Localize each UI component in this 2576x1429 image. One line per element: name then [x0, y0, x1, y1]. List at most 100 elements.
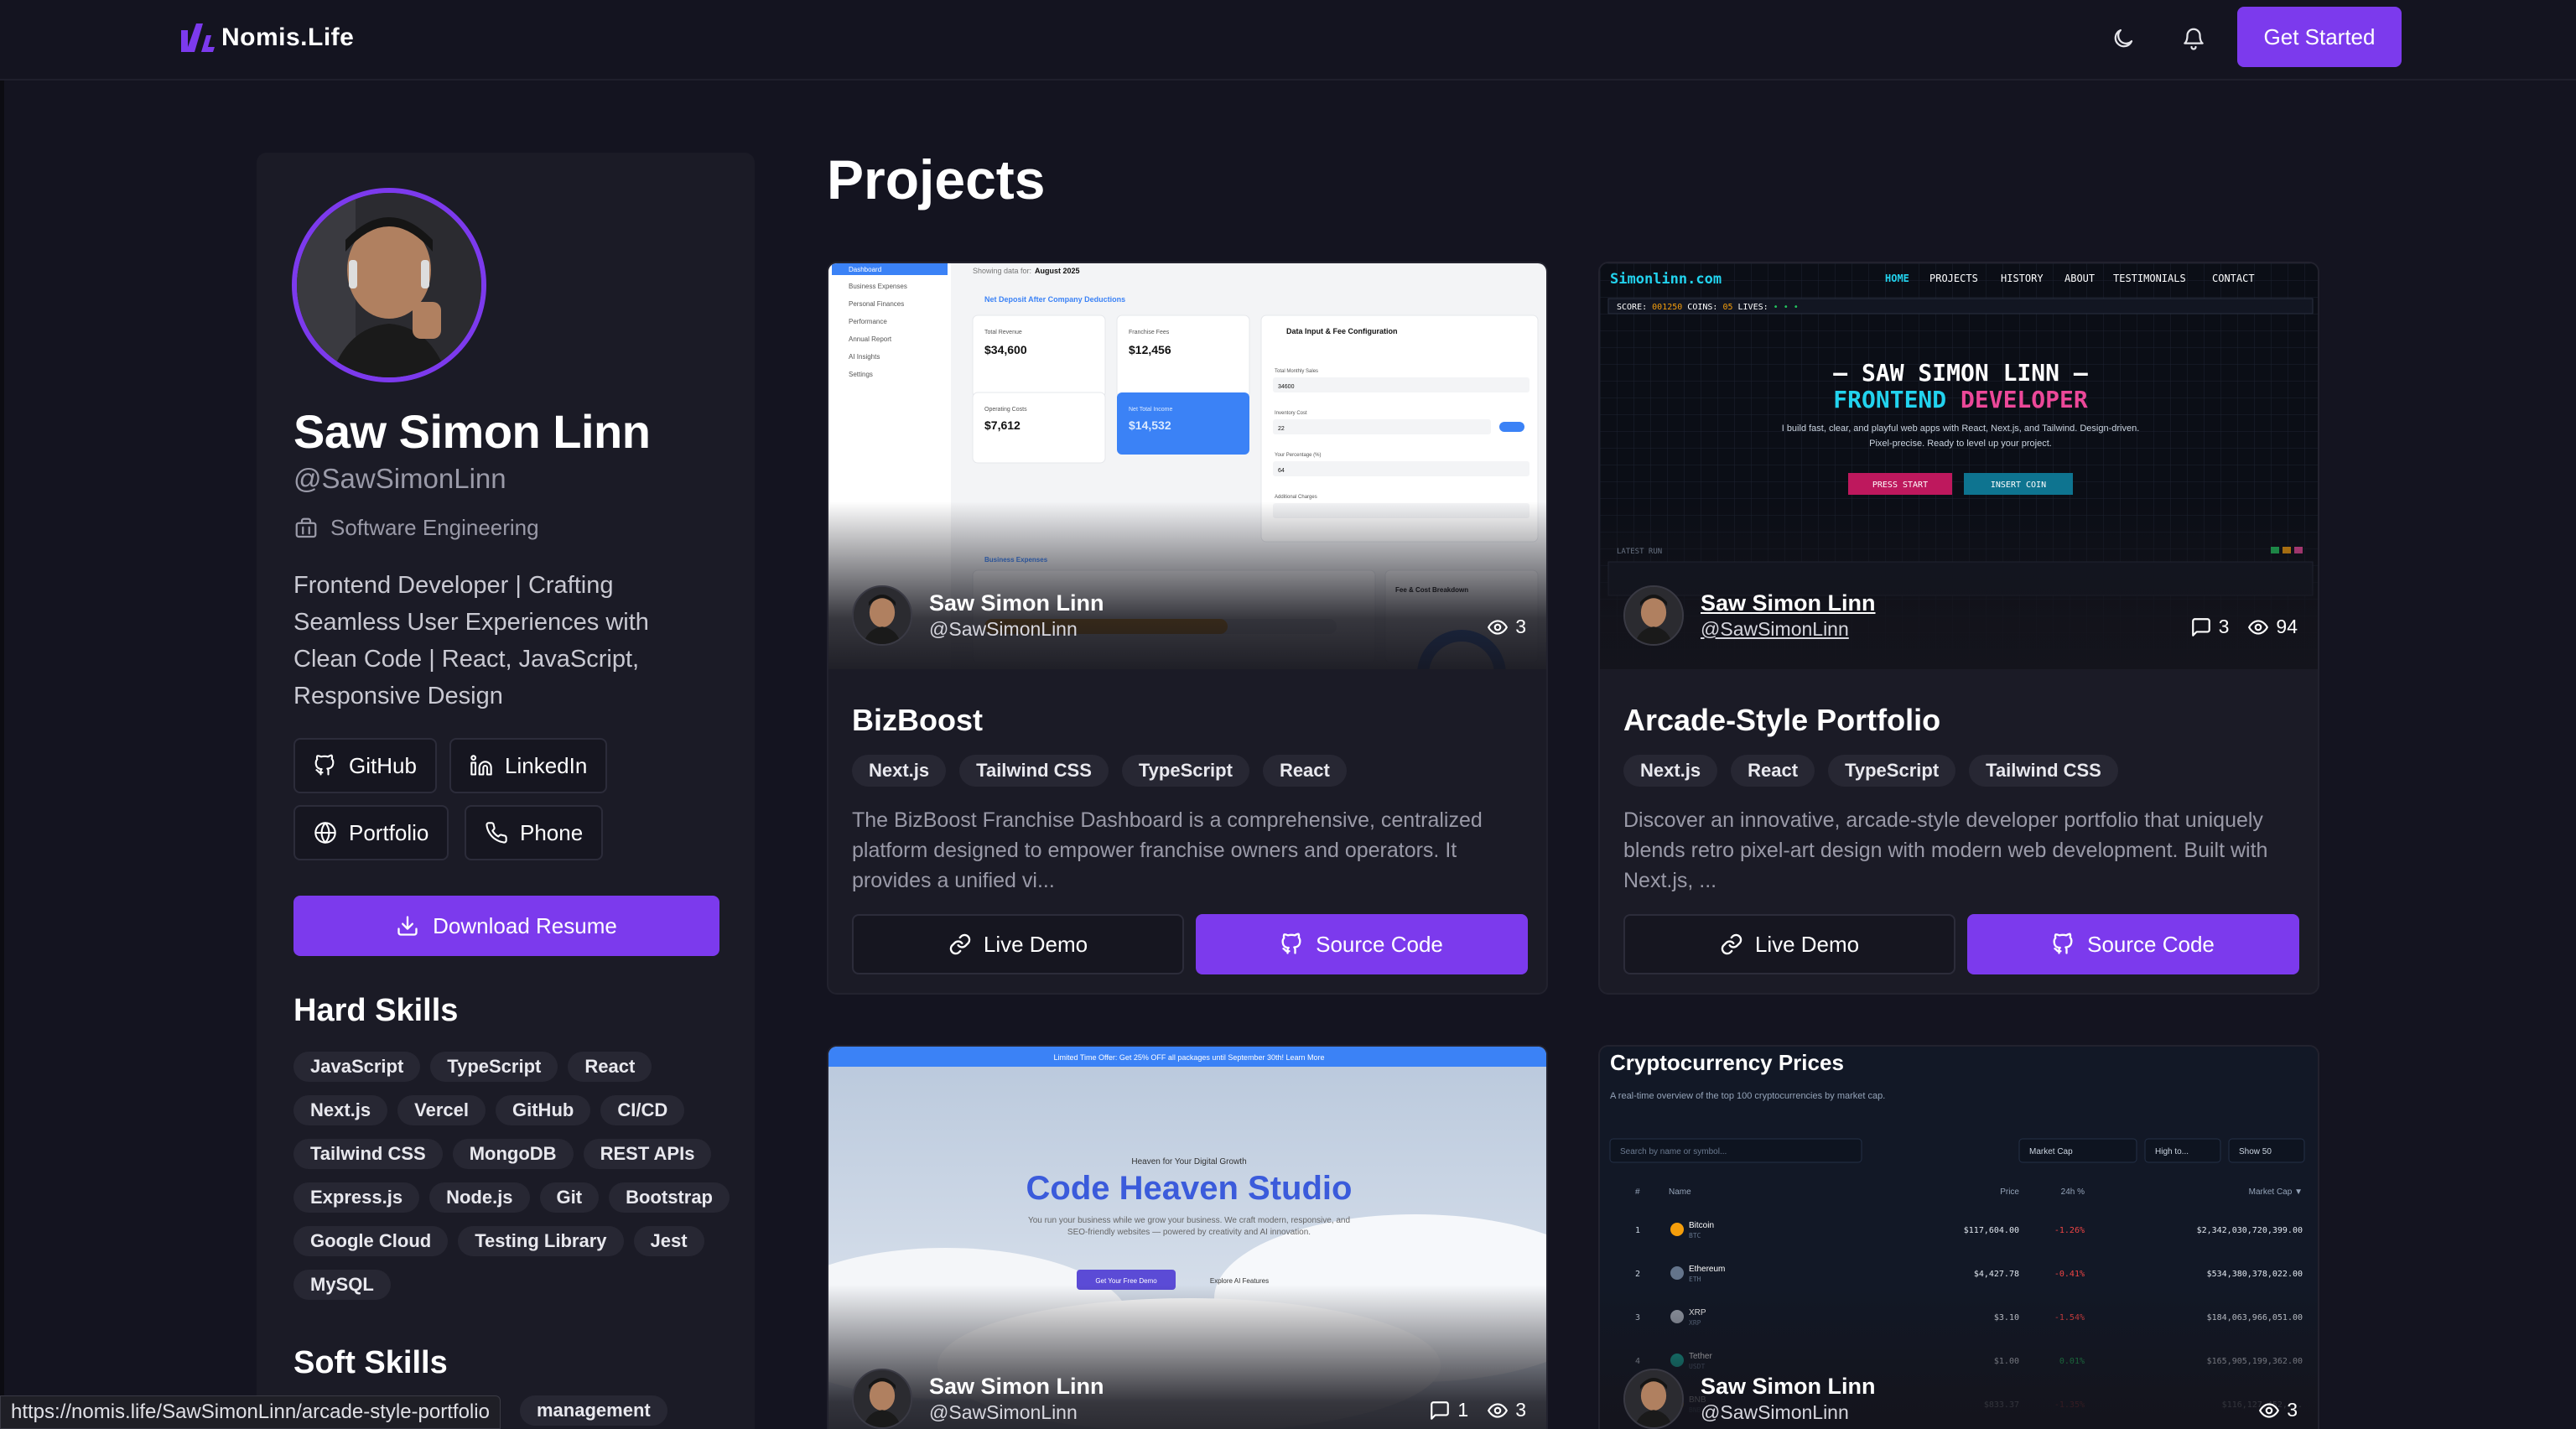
get-started-button[interactable]: Get Started: [2237, 7, 2402, 67]
skill-tag: Tailwind CSS: [293, 1139, 443, 1169]
live-demo-label: Live Demo: [1754, 931, 1860, 957]
svg-text:ABOUT: ABOUT: [2064, 273, 2095, 284]
tech-tag: TypeScript: [1121, 755, 1249, 787]
project-card-crypto[interactable]: Cryptocurrency Prices A real-time overvi…: [1598, 1045, 2319, 1429]
svg-text:$534,380,378,022.00: $534,380,378,022.00: [2207, 1270, 2303, 1279]
svg-text:Dashboard: Dashboard: [849, 266, 881, 273]
svg-text:1: 1: [1635, 1226, 1640, 1235]
source-code-label: Source Code: [1316, 931, 1443, 957]
svg-text:Additional Charges: Additional Charges: [1275, 495, 1317, 500]
svg-text:ETH: ETH: [1689, 1276, 1701, 1283]
portfolio-link-button[interactable]: Portfolio: [293, 805, 449, 860]
source-code-button[interactable]: Source Code: [1967, 914, 2299, 974]
svg-text:Heaven for Your Digital Growth: Heaven for Your Digital Growth: [1131, 1157, 1246, 1167]
author-avatar: [1623, 1369, 1684, 1429]
svg-text:HOME: HOME: [1885, 273, 1909, 284]
svg-text:Total Monthly Sales: Total Monthly Sales: [1275, 369, 1318, 374]
project-title[interactable]: Arcade-Style Portfolio: [1623, 703, 1940, 738]
download-resume-button[interactable]: Download Resume: [293, 896, 719, 956]
project-author[interactable]: Saw Simon Linn @SawSimonLinn: [852, 585, 1104, 646]
project-stats: 3: [2258, 1399, 2298, 1421]
linkedin-link-button[interactable]: LinkedIn: [449, 738, 608, 793]
download-icon: [397, 916, 418, 936]
github-icon: [314, 754, 335, 776]
live-demo-button[interactable]: Live Demo: [852, 914, 1184, 974]
skill-tag: GitHub: [496, 1095, 591, 1125]
svg-text:August 2025: August 2025: [1035, 267, 1080, 275]
department-label: Software Engineering: [330, 515, 539, 540]
svg-text:High to...: High to...: [2155, 1147, 2189, 1156]
project-card-arcade[interactable]: Simonlinn.com HOME PROJECTS HISTORY ABOU…: [1598, 262, 2319, 995]
svg-text:Settings: Settings: [849, 371, 873, 378]
soft-skill-tag: management: [520, 1395, 667, 1426]
phone-link-button[interactable]: Phone: [465, 805, 604, 860]
svg-text:-0.41%: -0.41%: [2054, 1270, 2085, 1279]
building-icon: [295, 517, 317, 538]
profile-department: Software Engineering: [293, 515, 539, 541]
svg-text:Operating Costs: Operating Costs: [984, 407, 1027, 413]
portfolio-link-label: Portfolio: [349, 819, 429, 845]
project-stats: 3: [1487, 616, 1526, 638]
svg-text:Simonlinn.com: Simonlinn.com: [1610, 271, 1722, 288]
project-card-code-heaven[interactable]: Limited Time Offer: Get 25% OFF all pack…: [827, 1045, 1548, 1429]
svg-text:Inventory Cost: Inventory Cost: [1275, 411, 1307, 416]
skill-tag: REST APIs: [583, 1139, 712, 1169]
svg-text:2: 2: [1635, 1270, 1640, 1279]
comments-stat: 1: [1429, 1399, 1468, 1421]
svg-text:Name: Name: [1669, 1187, 1691, 1197]
github-link-button[interactable]: GitHub: [293, 738, 437, 793]
skill-tag: Jest: [633, 1226, 704, 1256]
svg-text:Ethereum: Ethereum: [1689, 1265, 1725, 1274]
views-stat: 3: [1487, 1399, 1526, 1421]
project-tags: Next.js Tailwind CSS TypeScript React: [852, 755, 1347, 787]
project-author[interactable]: Saw Simon Linn @SawSimonLinn: [852, 1369, 1104, 1429]
moon-icon[interactable]: [2106, 22, 2140, 55]
logo[interactable]: Nomis.Life: [178, 17, 354, 59]
svg-text:64: 64: [1278, 468, 1285, 474]
github-icon: [2053, 933, 2073, 954]
tech-tag: Tailwind CSS: [1969, 755, 2118, 787]
eye-icon: [1488, 619, 1509, 635]
author-name[interactable]: Saw Simon Linn: [1701, 590, 1876, 616]
views-count: 3: [1515, 1399, 1526, 1421]
project-description: The BizBoost Franchise Dashboard is a co…: [852, 808, 1483, 892]
svg-text:-1.26%: -1.26%: [2054, 1226, 2085, 1235]
top-nav: Nomis.Life Get Started: [0, 0, 2576, 81]
author-handle[interactable]: @SawSimonLinn: [1701, 616, 1876, 642]
bell-icon[interactable]: [2177, 22, 2210, 55]
svg-text:22: 22: [1278, 426, 1285, 432]
svg-text:Performance: Performance: [849, 318, 887, 325]
svg-text:Market Cap ▼: Market Cap ▼: [2249, 1187, 2303, 1197]
svg-text:$12,456: $12,456: [1129, 343, 1171, 356]
linkedin-icon: [470, 755, 492, 776]
live-demo-button[interactable]: Live Demo: [1623, 914, 1955, 974]
svg-text:34600: 34600: [1278, 384, 1295, 390]
profile-handle: @SawSimonLinn: [293, 463, 506, 494]
svg-text:CONTACT: CONTACT: [2212, 273, 2255, 284]
svg-text:BTC: BTC: [1689, 1232, 1701, 1239]
svg-text:Get Your Free Demo: Get Your Free Demo: [1095, 1277, 1157, 1285]
skill-tag: CI/CD: [600, 1095, 685, 1125]
svg-text:Bitcoin: Bitcoin: [1689, 1221, 1714, 1230]
skill-tag: Next.js: [293, 1095, 388, 1125]
tech-tag: Next.js: [1623, 755, 1718, 787]
project-card-bizboost[interactable]: Dashboard Business Expenses Personal Fin…: [827, 262, 1548, 995]
svg-text:Code Heaven Studio: Code Heaven Studio: [1026, 1170, 1353, 1207]
source-code-button[interactable]: Source Code: [1196, 914, 1528, 974]
skill-tag: Express.js: [293, 1182, 420, 1213]
source-code-label: Source Code: [2087, 931, 2215, 957]
project-author[interactable]: Saw Simon Linn @SawSimonLinn: [1623, 585, 1876, 646]
svg-text:A real-time overview of the to: A real-time overview of the top 100 cryp…: [1610, 1091, 1885, 1101]
phone-link-label: Phone: [520, 819, 584, 845]
link-icon: [949, 933, 971, 955]
svg-text:Business Expenses: Business Expenses: [849, 283, 907, 290]
eye-icon: [2259, 1402, 2280, 1418]
svg-text:INSERT COIN: INSERT COIN: [1991, 481, 2046, 490]
project-author[interactable]: Saw Simon Linn @SawSimonLinn: [1623, 1369, 1876, 1429]
github-icon: [1281, 933, 1301, 954]
phone-icon: [486, 822, 507, 844]
svg-text:— SAW SIMON LINN —: — SAW SIMON LINN —: [1833, 359, 2088, 387]
views-count: 94: [2276, 616, 2298, 637]
svg-text:AI Insights: AI Insights: [849, 353, 880, 361]
project-title[interactable]: BizBoost: [852, 703, 983, 738]
